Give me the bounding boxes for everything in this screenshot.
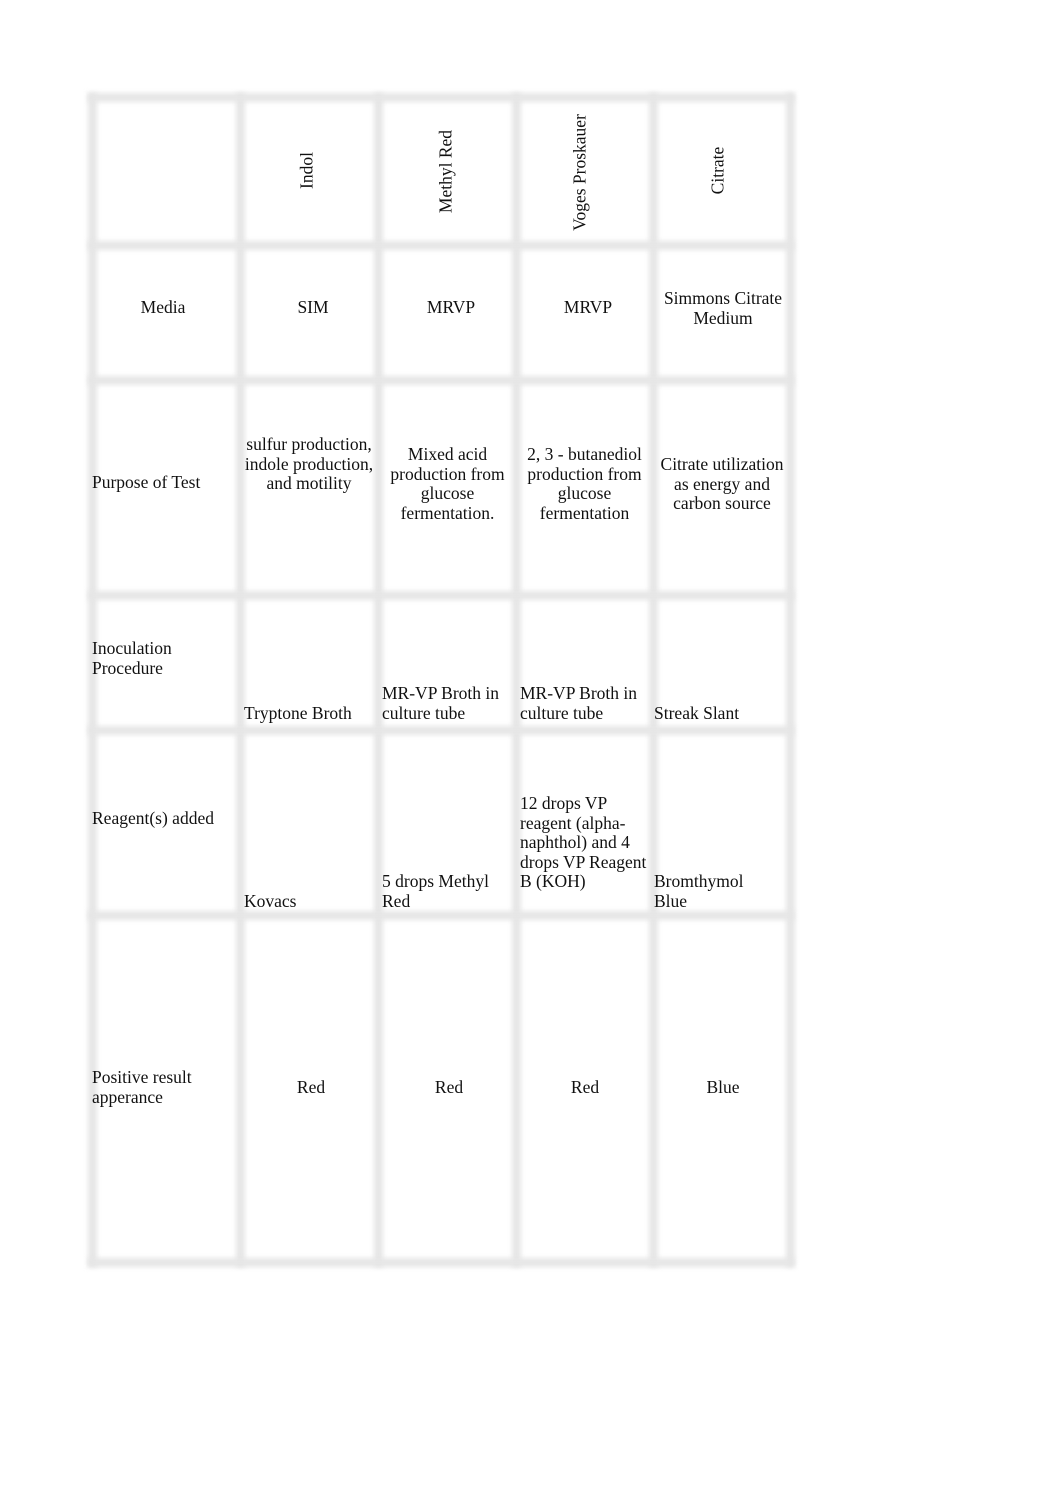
column-header-voges-proskauer: Voges Proskauer (569, 114, 590, 231)
table-border (88, 93, 794, 102)
purpose-citrate: Citrate utilization as energy and carbon… (660, 454, 784, 513)
row-label-inoculation: Inoculation Procedure (92, 638, 172, 678)
inoculation-methyl-red: MR-VP Broth in culture tube (382, 683, 500, 723)
purpose-methyl-red: Mixed acid production from glucose ferme… (390, 444, 505, 523)
inoculation-citrate: Streak Slant (654, 703, 740, 723)
column-header-methyl-red: Methyl Red (435, 129, 456, 214)
table-border (88, 1258, 794, 1267)
reagent-methyl-red: 5 drops Methyl Red (382, 871, 489, 911)
reagent-voges-proskauer: 12 drops VP reagent (alpha-naphthol) and… (520, 793, 647, 891)
table-border (88, 911, 794, 920)
reagent-indol: Kovacs (244, 891, 297, 911)
inoculation-voges-proskauer: MR-VP Broth in culture tube (520, 683, 638, 723)
row-label-positive-result: Positive result apperance (92, 1067, 192, 1107)
column-header-indol: Indol (296, 152, 317, 189)
inoculation-indol: Tryptone Broth (244, 703, 352, 723)
media-citrate: Simmons Citrate Medium (663, 288, 783, 328)
column-header-citrate: Citrate (707, 146, 728, 195)
result-methyl-red: Red (434, 1077, 464, 1098)
row-label-media: Media (140, 297, 186, 318)
result-indol: Red (296, 1077, 326, 1098)
result-citrate: Blue (706, 1077, 740, 1098)
reagent-citrate: Bromthymol Blue (654, 871, 744, 911)
media-indol: SIM (297, 297, 329, 318)
table-border (88, 726, 794, 735)
result-voges-proskauer: Red (570, 1077, 600, 1098)
purpose-voges-proskauer: 2, 3 - butanediol production from glucos… (527, 444, 642, 523)
purpose-indol: sulfur production, indole production, an… (244, 434, 374, 493)
table-border (88, 591, 794, 600)
media-methyl-red: MRVP (426, 297, 476, 318)
row-label-purpose: Purpose of Test (92, 472, 201, 492)
table-border (88, 241, 794, 250)
table-border (88, 376, 794, 385)
row-label-reagents: Reagent(s) added (92, 808, 214, 828)
media-voges-proskauer: MRVP (563, 297, 613, 318)
